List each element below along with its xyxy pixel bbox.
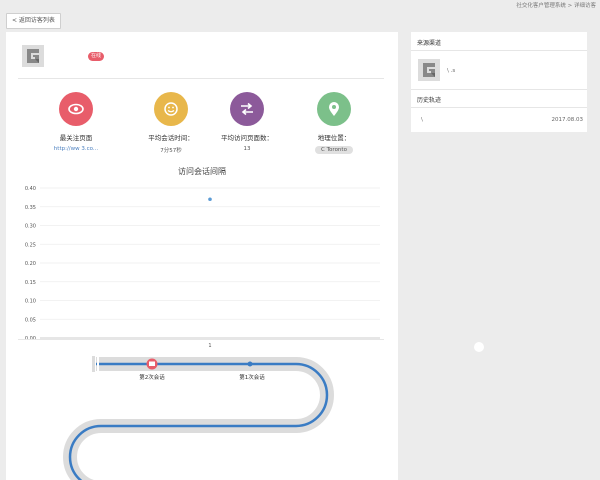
location-icon — [317, 92, 351, 126]
y-tick-label: 0.10 — [25, 299, 36, 305]
divider — [18, 339, 384, 340]
timeline-label: 第2次会话 — [139, 373, 165, 381]
stat-avg-pages: 平均访问页面数： 13 — [202, 92, 292, 152]
mail-icon — [149, 361, 155, 366]
history-text: \ — [421, 117, 423, 123]
stat-value: C Toronto — [315, 146, 353, 154]
stat-top-page: 最关注页面 http://ww 3.co... — [31, 92, 121, 152]
history-date: 2017.08.03 — [551, 117, 584, 123]
online-status-badge: 在线 — [88, 52, 105, 61]
chart-title: 访问会话间隔 — [178, 167, 226, 176]
top-page-link[interactable]: http://ww 3.co... — [31, 146, 121, 152]
y-tick-label: 0.20 — [25, 261, 36, 267]
divider — [411, 107, 587, 108]
stat-location: 地理位置： C Toronto — [289, 92, 379, 154]
y-tick-label: 0.25 — [25, 242, 36, 248]
x-tick-label: 1 — [208, 343, 211, 349]
company-logo-icon — [27, 49, 39, 63]
smile-icon — [154, 92, 188, 126]
visitor-detail-panel: 在线 最关注页面 http://ww 3.co... 平均会话时间： 7分57秒… — [6, 32, 398, 480]
source-text: \ .s — [447, 68, 456, 74]
timeline-track — [63, 356, 334, 480]
y-tick-label: 0.15 — [25, 280, 36, 286]
stat-label: 地理位置： — [317, 134, 351, 142]
visitor-avatar — [22, 45, 44, 67]
company-logo-icon — [423, 63, 435, 77]
source-logo — [418, 59, 440, 81]
timeline-node-session-2[interactable] — [146, 358, 158, 370]
arrows-icon — [230, 92, 264, 126]
y-tick-label: 0.35 — [25, 205, 36, 211]
y-tick-label: 0.05 — [25, 317, 36, 323]
y-tick-label: 0.40 — [25, 186, 36, 192]
eye-icon — [59, 92, 93, 126]
breadcrumb: 社交化客户管理系统 > 详细访客 — [516, 3, 596, 9]
divider — [411, 89, 587, 90]
sidebar-panel: 来源渠道 \ .s 历史轨迹 \ 2017.08.03 — [411, 32, 587, 132]
data-point[interactable] — [208, 197, 212, 202]
decorative-dot — [474, 342, 484, 352]
history-title: 历史轨迹 — [417, 97, 442, 104]
back-button[interactable]: < 返回访客列表 — [6, 13, 61, 29]
stat-label: 最关注页面 — [59, 134, 93, 142]
session-timeline: 第2次会话 第1次会话 — [63, 356, 334, 480]
stat-value: 13 — [243, 146, 251, 152]
divider — [411, 50, 587, 51]
timeline-node-session-1[interactable] — [247, 361, 253, 367]
divider — [18, 78, 384, 79]
timeline-label: 第1次会话 — [239, 373, 265, 381]
source-title: 来源渠道 — [417, 40, 442, 47]
y-tick-label: 0.30 — [25, 224, 36, 230]
session-interval-chart: 0.400.350.300.250.200.150.100.050.001 — [25, 186, 380, 349]
stat-label: 平均访问页面数： — [221, 134, 273, 142]
